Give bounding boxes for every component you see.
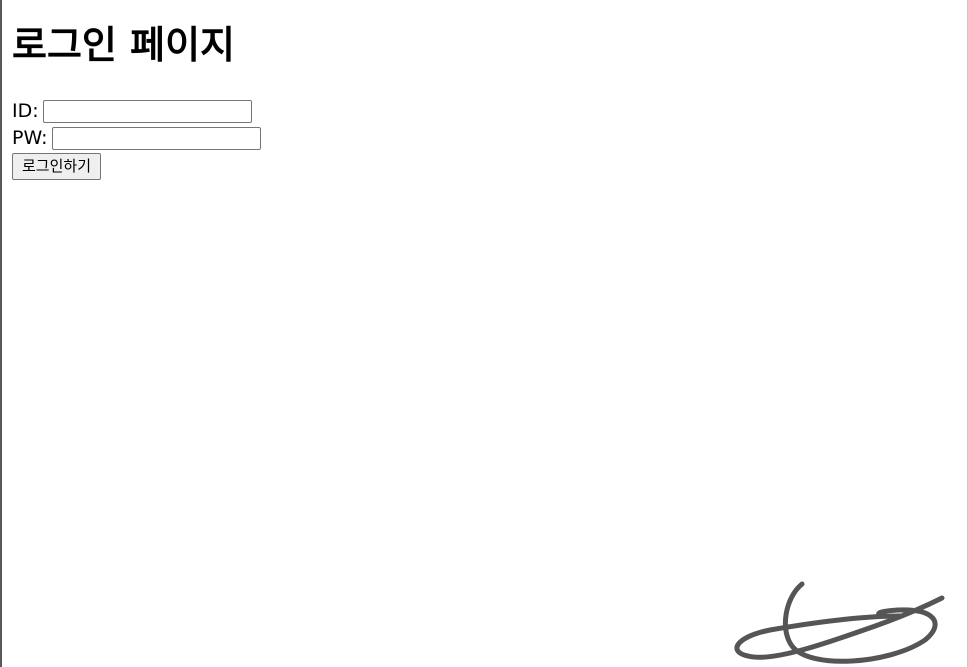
pw-input[interactable] <box>51 127 261 150</box>
login-form: ID: PW: 로그인하기 <box>12 98 261 180</box>
id-row: ID: <box>12 98 261 125</box>
id-input[interactable] <box>42 100 252 123</box>
id-label: ID: <box>12 100 39 122</box>
page-title: 로그인 페이지 <box>12 23 235 67</box>
pw-label: PW: <box>12 127 48 149</box>
pw-row: PW: <box>12 125 261 152</box>
login-button[interactable]: 로그인하기 <box>12 153 102 180</box>
window-left-border <box>0 0 2 667</box>
handwritten-signature <box>734 581 945 664</box>
login-page: 로그인 페이지 ID: PW: 로그인하기 <box>12 20 261 180</box>
